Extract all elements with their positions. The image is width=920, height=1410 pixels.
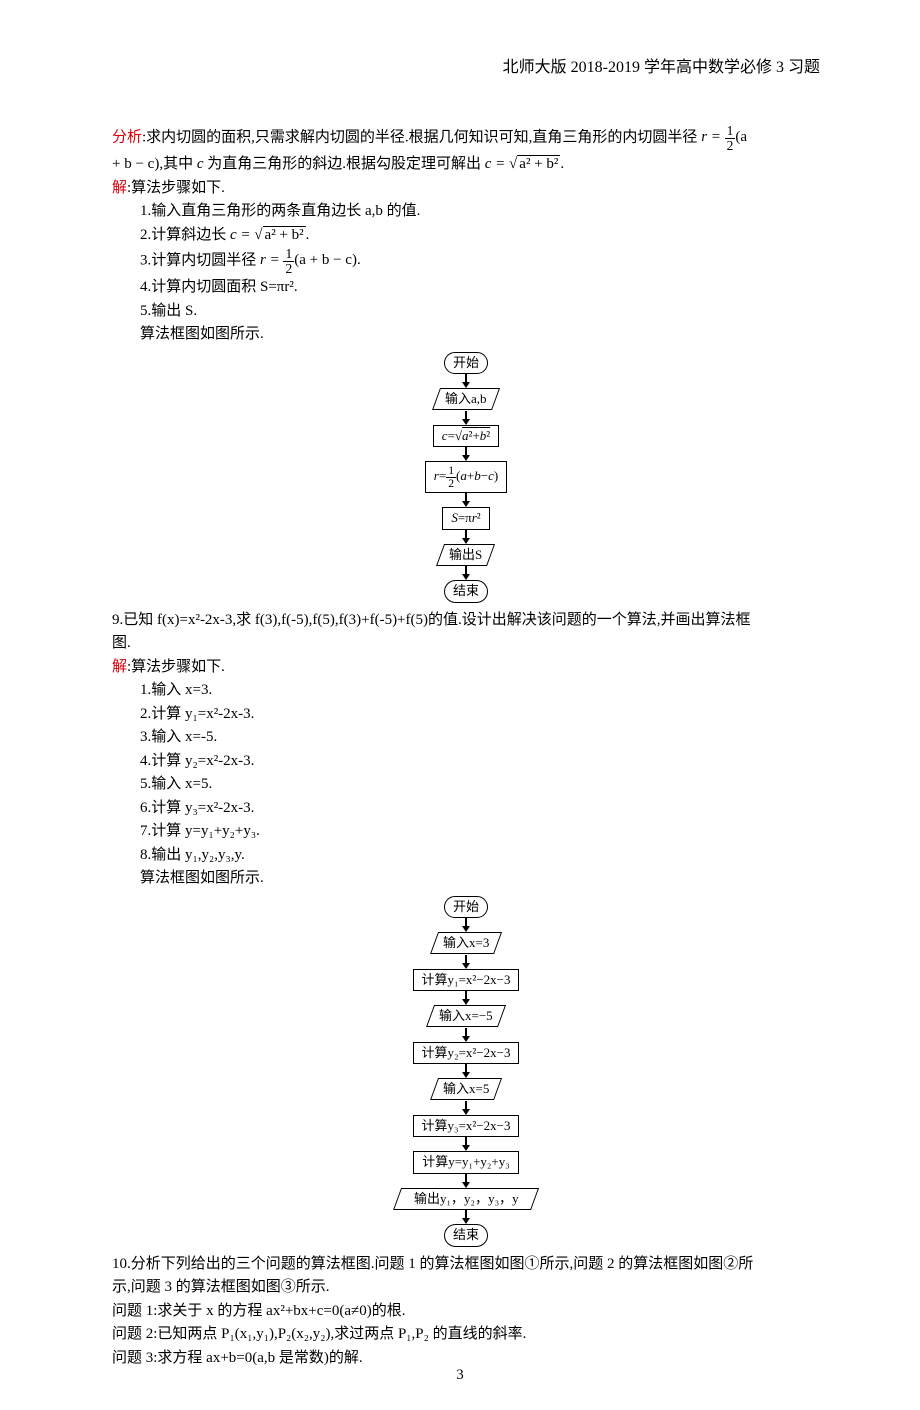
fc1-calc-r: r=12(a+b−c)	[425, 461, 507, 493]
fc2-out: 输出y₁，y₂，y₃，y	[393, 1188, 539, 1210]
fc1-calc-s: S=πr²	[442, 507, 489, 529]
step8-4: 4.计算内切圆面积 S=πr².	[140, 276, 820, 299]
step8-fignote: 算法框图如图所示.	[140, 323, 820, 346]
page-number: 3	[0, 1364, 920, 1387]
flowchart-1: 开始 输入a,b c=√a²+b² r=12(a+b−c) S=πr² 输出S …	[112, 352, 820, 603]
analysis-sqrt-inner: a² + b²	[517, 155, 560, 172]
step8-2-sqrt: a² + b²	[263, 226, 306, 243]
step8-2b: c =	[230, 227, 254, 243]
solution-9-intro: :算法步骤如下.	[127, 659, 225, 675]
analysis-line-1: 分析:求内切圆的面积,只需求解内切圆的半径.根据几何知识可知,直角三角形的内切圆…	[112, 124, 820, 152]
analysis-l2a: + b − c),其中	[112, 156, 197, 172]
q10-line-1: 10.分析下列给出的三个问题的算法框图.问题 1 的算法框图如图①所示,问题 2…	[112, 1253, 820, 1276]
analysis-eq-c: c =	[485, 156, 509, 172]
step9-6: 6.计算 y₃=x²-2x-3.	[140, 797, 820, 820]
analysis-l2b: c	[197, 156, 204, 172]
page: 北师大版 2018-2019 学年高中数学必修 3 习题 分析:求内切圆的面积,…	[0, 0, 920, 1410]
q10-line-2: 示,问题 3 的算法框图如图③所示.	[112, 1276, 820, 1299]
analysis-text-1: :求内切圆的面积,只需求解内切圆的半径.根据几何知识可知,直角三角形的内切圆半径	[142, 129, 701, 145]
step9-4: 4.计算 y₂=x²-2x-3.	[140, 750, 820, 773]
step9-5: 5.输入 x=5.	[140, 773, 820, 796]
step8-3c: (a + b − c).	[294, 252, 360, 268]
fc1-input: 输入a,b	[432, 388, 500, 410]
fc2-start: 开始	[444, 896, 488, 918]
analysis-r-suffix: (a	[735, 129, 747, 145]
q9-line-2: 图.	[112, 632, 820, 655]
solution-label-1: 解	[112, 180, 127, 196]
q10-p1: 问题 1:求关于 x 的方程 ax²+bx+c=0(a≠0)的根.	[112, 1300, 820, 1323]
solution-9-head: 解:算法步骤如下.	[112, 656, 820, 679]
solution-8-intro: :算法步骤如下.	[127, 180, 225, 196]
step8-2a: 2.计算斜边长	[140, 227, 230, 243]
flowchart-2: 开始 输入x=3 计算y₁=x²−2x−3 输入x=−5 计算y₂=x²−2x−…	[112, 896, 820, 1247]
fc2-c4: 计算y=y₁+y₂+y₃	[413, 1151, 519, 1173]
analysis-label: 分析	[112, 129, 142, 145]
q9-line-1: 9.已知 f(x)=x²-2x-3,求 f(3),f(-5),f(5),f(3)…	[112, 609, 820, 632]
fc1-end: 结束	[444, 580, 488, 602]
q10-p2: 问题 2:已知两点 P₁(x₁,y₁),P₂(x₂,y₂),求过两点 P₁,P₂…	[112, 1323, 820, 1346]
step8-5: 5.输出 S.	[140, 300, 820, 323]
step9-7: 7.计算 y=y₁+y₂+y₃.	[140, 820, 820, 843]
fc2-in3: 输入x=5	[430, 1078, 502, 1100]
fc2-c2: 计算y₂=x²−2x−3	[413, 1042, 520, 1064]
step8-2: 2.计算斜边长 c = √a² + b².	[140, 224, 820, 247]
step8-3b: r =	[260, 252, 283, 268]
step8-1: 1.输入直角三角形的两条直角边长 a,b 的值.	[140, 200, 820, 223]
var-r: r =	[701, 129, 724, 145]
step9-2: 2.计算 y₁=x²-2x-3.	[140, 703, 820, 726]
fc2-c3: 计算y₃=x²−2x−3	[413, 1115, 520, 1137]
analysis-l2c: 为直角三角形的斜边.根据勾股定理可解出	[204, 156, 485, 172]
fc1-output: 输出S	[436, 544, 495, 566]
step9-fignote: 算法框图如图所示.	[140, 867, 820, 890]
fc2-in2: 输入x=−5	[426, 1005, 506, 1027]
analysis-line-2: + b − c),其中 c 为直角三角形的斜边.根据勾股定理可解出 c = √a…	[112, 153, 820, 176]
fc2-c1: 计算y₁=x²−2x−3	[413, 969, 520, 991]
step9-1: 1.输入 x=3.	[140, 679, 820, 702]
fc2-end: 结束	[444, 1224, 488, 1246]
step8-3: 3.计算内切圆半径 r = 12(a + b − c).	[140, 247, 820, 275]
step9-3: 3.输入 x=-5.	[140, 726, 820, 749]
page-header: 北师大版 2018-2019 学年高中数学必修 3 习题	[112, 56, 820, 80]
fc1-calc-c: c=√a²+b²	[433, 425, 499, 447]
solution-8-head: 解:算法步骤如下.	[112, 177, 820, 200]
fc1-start: 开始	[444, 352, 488, 374]
step8-3a: 3.计算内切圆半径	[140, 252, 260, 268]
solution-label-2: 解	[112, 659, 127, 675]
step9-8: 8.输出 y₁,y₂,y₃,y.	[140, 844, 820, 867]
fc2-in1: 输入x=3	[430, 932, 502, 954]
